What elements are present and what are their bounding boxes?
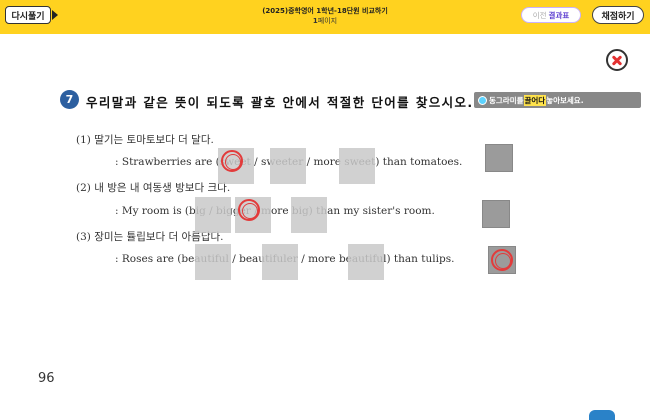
- item-2-korean: (2) 내 방은 내 여동생 방보다 크다.: [76, 182, 231, 194]
- result-prefix: 이전: [532, 10, 547, 20]
- hint-icon: [478, 95, 487, 105]
- circle-marker-icon[interactable]: [221, 150, 243, 172]
- grade-button[interactable]: 채점하기: [592, 6, 644, 24]
- drop-target-beautiful[interactable]: [195, 244, 231, 280]
- page-suffix: 페이지: [317, 17, 338, 25]
- drop-target-more-beautiful[interactable]: [348, 244, 384, 280]
- hint-banner: 동그라미를 끌어다 놓아보세요.: [474, 92, 641, 108]
- hint-highlight: 끌어다: [523, 94, 547, 106]
- circle-tray-1[interactable]: [485, 144, 513, 172]
- drop-target-big[interactable]: [195, 197, 231, 233]
- result-table-button[interactable]: 이전 결과표: [521, 7, 581, 23]
- circle-marker-icon[interactable]: [491, 249, 513, 271]
- question-text: 우리말과 같은 뜻이 되도록 괄호 안에서 적절한 단어를 찾으시오.: [86, 95, 474, 110]
- circle-tray-2[interactable]: [482, 200, 510, 228]
- corner-tool-button[interactable]: [589, 410, 615, 420]
- hint-pre: 동그라미를: [489, 95, 524, 105]
- item-1-korean: (1) 딸기는 토마토보다 더 달다.: [76, 134, 214, 146]
- hint-post: 놓아보세요.: [546, 95, 584, 105]
- circle-marker-icon[interactable]: [238, 199, 260, 221]
- drop-target-sweeter[interactable]: [270, 148, 306, 184]
- close-icon[interactable]: [606, 49, 628, 71]
- result-label: 결과표: [548, 10, 570, 20]
- question-number: 7: [60, 90, 79, 109]
- item-2-english: : My room is (big / bigger / more big) t…: [115, 205, 435, 217]
- top-bar: 다시풀기 (2025)중학영어 1학년-18단원 비교하기 1페이지 이전 결과표…: [0, 0, 650, 34]
- page-number-footer: 96: [38, 371, 55, 386]
- drop-target-more-big[interactable]: [291, 197, 327, 233]
- drop-target-more-sweet[interactable]: [339, 148, 375, 184]
- drop-target-beautifuler[interactable]: [262, 244, 298, 280]
